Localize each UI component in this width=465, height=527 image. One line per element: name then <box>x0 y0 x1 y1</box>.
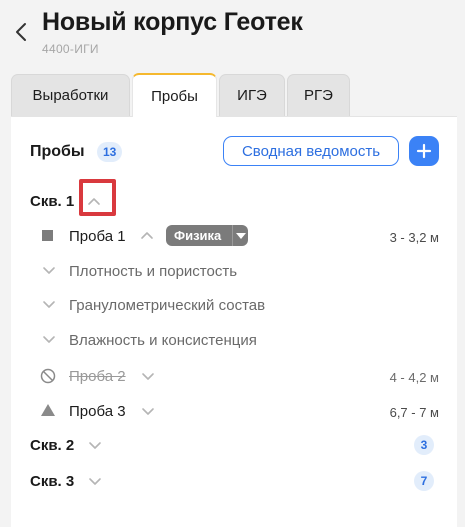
chevron-down-icon[interactable] <box>88 474 102 488</box>
probe-row[interactable]: Проба 2 4 - 4,2 м <box>11 365 457 389</box>
probe-row[interactable]: Проба 3 6,7 - 7 м <box>11 400 457 424</box>
probes-count-badge: 13 <box>97 142 123 162</box>
tab-vyrabotki[interactable]: Выработки <box>11 74 130 116</box>
chevron-down-icon[interactable] <box>42 332 56 346</box>
tab-ige[interactable]: ИГЭ <box>219 74 285 116</box>
well-label[interactable]: Скв. 3 <box>30 473 74 490</box>
probe-label[interactable]: Проба 3 <box>69 403 126 420</box>
prohibited-icon <box>40 368 56 384</box>
depth-value: 3 - 3,2 м <box>389 230 439 245</box>
chevron-down-icon[interactable] <box>141 369 155 383</box>
tag-dropdown[interactable] <box>233 232 248 239</box>
test-label[interactable]: Влажность и консистенция <box>69 332 257 349</box>
tab-proby[interactable]: Пробы <box>132 73 217 117</box>
test-label[interactable]: Плотность и пористость <box>69 263 237 280</box>
well-row: Скв. 1 <box>11 191 457 215</box>
physics-tag[interactable]: Физика <box>166 225 248 246</box>
probes-panel: Пробы 13 Сводная ведомость Скв. 1 Проба … <box>11 116 457 527</box>
chevron-left-icon <box>16 23 26 41</box>
back-button[interactable] <box>12 18 30 46</box>
well-label[interactable]: Скв. 1 <box>30 193 74 210</box>
well-label[interactable]: Скв. 2 <box>30 437 74 454</box>
plus-icon <box>416 143 432 159</box>
probe-label[interactable]: Проба 2 <box>69 368 126 385</box>
caret-down-icon <box>235 232 246 239</box>
test-label[interactable]: Гранулометрический состав <box>69 297 265 314</box>
well-count-badge: 3 <box>414 435 434 455</box>
square-icon <box>42 230 53 241</box>
probe-row[interactable]: Проба 1 Физика 3 - 3,2 м <box>11 225 457 249</box>
chevron-down-icon[interactable] <box>42 263 56 277</box>
chevron-up-icon[interactable] <box>140 229 154 243</box>
depth-value: 6,7 - 7 м <box>389 405 439 420</box>
test-row[interactable]: Плотность и пористость <box>11 261 457 285</box>
page-header: Новый корпус Геотек 4400-ИГИ <box>0 0 465 70</box>
tag-label: Физика <box>174 228 222 243</box>
well-row[interactable]: Скв. 3 7 <box>11 471 457 495</box>
chevron-down-icon[interactable] <box>141 404 155 418</box>
triangle-icon <box>41 404 55 416</box>
tab-rge[interactable]: РГЭ <box>287 74 350 116</box>
well-row[interactable]: Скв. 2 3 <box>11 435 457 459</box>
project-code: 4400-ИГИ <box>42 42 99 56</box>
highlight-box <box>79 179 116 216</box>
page-title: Новый корпус Геотек <box>42 8 303 36</box>
section-title: Пробы <box>30 143 85 160</box>
test-row[interactable]: Влажность и консистенция <box>11 330 457 354</box>
chevron-down-icon[interactable] <box>42 297 56 311</box>
chevron-down-icon[interactable] <box>88 438 102 452</box>
depth-value: 4 - 4,2 м <box>389 370 439 385</box>
test-row[interactable]: Гранулометрический состав <box>11 295 457 319</box>
well-count-badge: 7 <box>414 471 434 491</box>
probe-label[interactable]: Проба 1 <box>69 228 126 245</box>
summary-sheet-button[interactable]: Сводная ведомость <box>223 136 399 166</box>
add-probe-button[interactable] <box>409 136 439 166</box>
